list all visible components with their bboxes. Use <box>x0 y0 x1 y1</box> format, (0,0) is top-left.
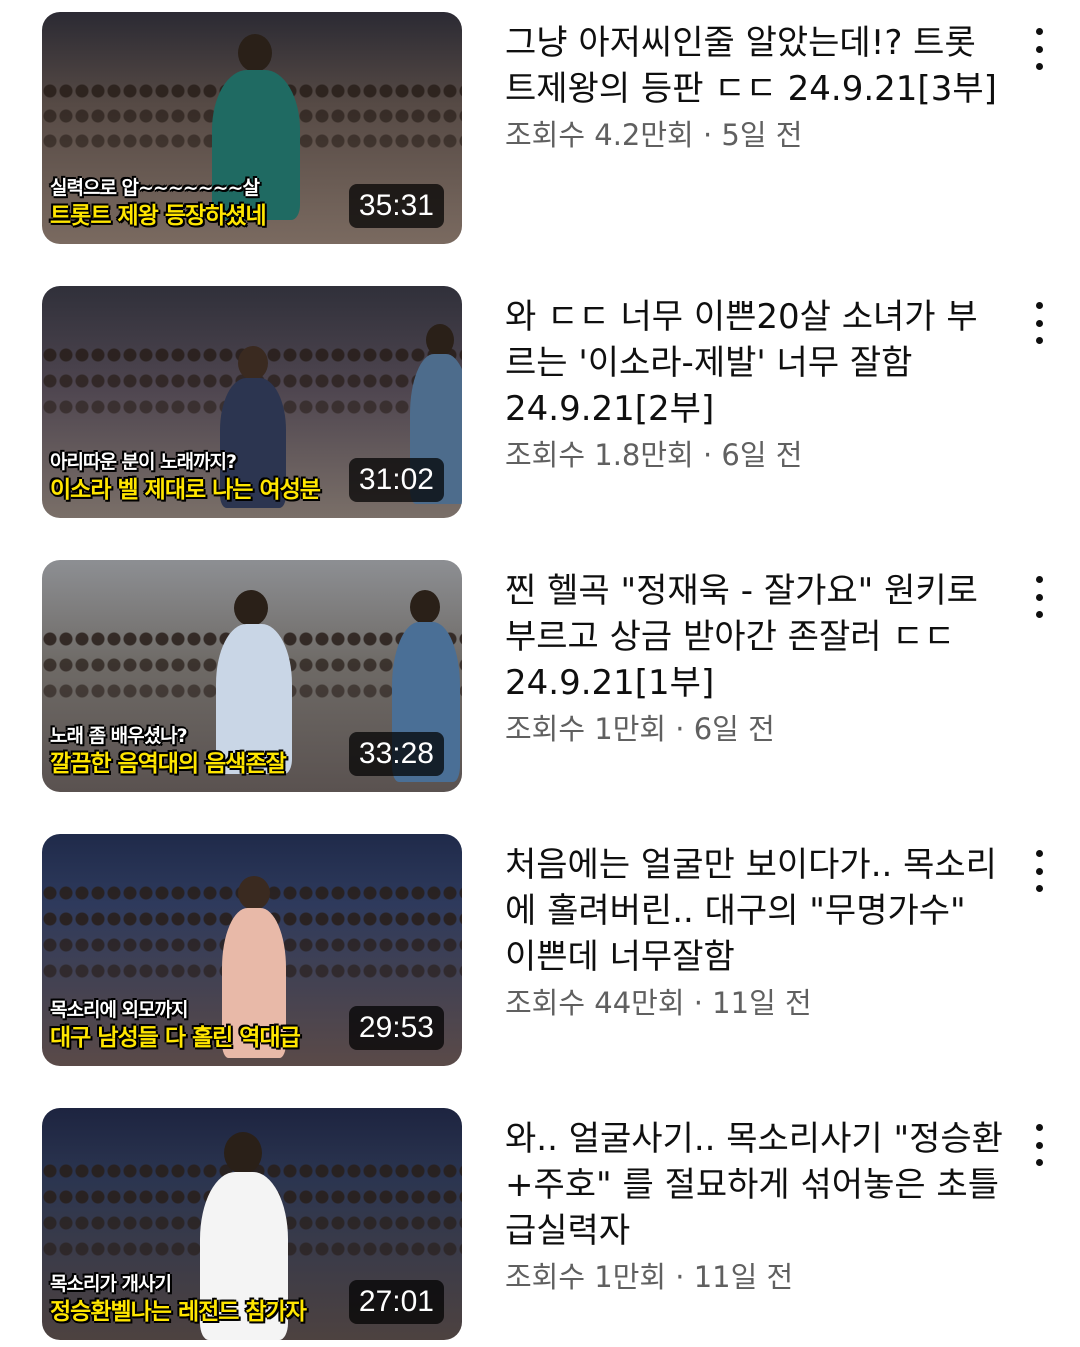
video-title[interactable]: 와.. 얼굴사기.. 목소리사기 "정승환+주호" 를 절묘하게 섞어놓은 초틀… <box>505 1116 1005 1254</box>
thumbnail-host-head <box>426 324 454 356</box>
video-info[interactable]: 그냥 아저씨인줄 알았는데!? 트롯트제왕의 등판 ㄷㄷ 24.9.21[3부]… <box>505 20 1005 154</box>
video-meta: 조회수 1.8만회 · 6일 전 <box>505 438 803 472</box>
video-meta: 조회수 4.2만회 · 5일 전 <box>505 118 803 152</box>
video-duration: 31:02 <box>348 458 444 502</box>
thumbnail-caption-bottom: 깔끔한 음역대의 음색존잘 <box>50 751 287 777</box>
video-info[interactable]: 찐 헬곡 "정재욱 - 잘가요" 원키로 부르고 상금 받아간 존잘러 ㄷㄷ 2… <box>505 568 1005 748</box>
video-title[interactable]: 찐 헬곡 "정재욱 - 잘가요" 원키로 부르고 상금 받아간 존잘러 ㄷㄷ 2… <box>505 568 1005 706</box>
thumbnail-host-head <box>410 590 440 624</box>
video-title[interactable]: 그냥 아저씨인줄 알았는데!? 트롯트제왕의 등판 ㄷㄷ 24.9.21[3부] <box>505 20 1005 112</box>
thumbnail-caption-bottom: 이소라 벨 제대로 나는 여성분 <box>50 477 321 503</box>
video-meta: 조회수 1만회 · 6일 전 <box>505 712 775 746</box>
video-item[interactable]: 목소리에 외모까지 대구 남성들 다 홀린 역대급 29:53 처음에는 얼굴만… <box>0 834 1080 1068</box>
video-thumbnail[interactable]: 노래 좀 배우셨나? 깔끔한 음역대의 음색존잘 33:28 <box>42 560 462 792</box>
video-info[interactable]: 처음에는 얼굴만 보이다가.. 목소리에 홀려버린.. 대구의 "무명가수" 이… <box>505 842 1005 1022</box>
more-options-icon[interactable] <box>1024 24 1054 74</box>
video-thumbnail[interactable]: 목소리에 외모까지 대구 남성들 다 홀린 역대급 29:53 <box>42 834 462 1066</box>
thumbnail-caption-bottom: 대구 남성들 다 홀린 역대급 <box>50 1025 301 1051</box>
thumbnail-singer-head <box>238 346 268 380</box>
video-duration: 33:28 <box>348 732 444 776</box>
video-duration: 29:53 <box>348 1006 444 1050</box>
video-meta: 조회수 44만회 · 11일 전 <box>505 986 812 1020</box>
more-options-icon[interactable] <box>1024 572 1054 622</box>
video-thumbnail[interactable]: 목소리가 개사기 정승환벨나는 레전드 참가자 27:01 <box>42 1108 462 1340</box>
video-thumbnail[interactable]: 실력으로 압~~~~~~~살 트롯트 제왕 등장하셨네 35:31 <box>42 12 462 244</box>
more-options-icon[interactable] <box>1024 298 1054 348</box>
more-options-icon[interactable] <box>1024 846 1054 896</box>
thumbnail-singer-head <box>238 34 272 72</box>
video-info[interactable]: 와 ㄷㄷ 너무 이쁜20살 소녀가 부르는 '이소라-제발' 너무 잘함 24.… <box>505 294 1005 474</box>
thumbnail-caption-bottom: 정승환벨나는 레전드 참가자 <box>50 1299 307 1325</box>
video-item[interactable]: 목소리가 개사기 정승환벨나는 레전드 참가자 27:01 와.. 얼굴사기..… <box>0 1108 1080 1342</box>
video-title[interactable]: 처음에는 얼굴만 보이다가.. 목소리에 홀려버린.. 대구의 "무명가수" 이… <box>505 842 1005 980</box>
video-duration: 27:01 <box>348 1280 444 1324</box>
video-item[interactable]: 실력으로 압~~~~~~~살 트롯트 제왕 등장하셨네 35:31 그냥 아저씨… <box>0 12 1080 246</box>
thumbnail-singer-head <box>234 590 268 626</box>
video-duration: 35:31 <box>348 184 444 228</box>
thumbnail-singer-head <box>224 1132 262 1174</box>
video-item[interactable]: 노래 좀 배우셨나? 깔끔한 음역대의 음색존잘 33:28 찐 헬곡 "정재욱… <box>0 560 1080 794</box>
video-item[interactable]: 아리따운 분이 노래까지? 이소라 벨 제대로 나는 여성분 31:02 와 ㄷ… <box>0 286 1080 520</box>
video-info[interactable]: 와.. 얼굴사기.. 목소리사기 "정승환+주호" 를 절묘하게 섞어놓은 초틀… <box>505 1116 1005 1296</box>
thumbnail-caption-bottom: 트롯트 제왕 등장하셨네 <box>50 203 267 229</box>
video-thumbnail[interactable]: 아리따운 분이 노래까지? 이소라 벨 제대로 나는 여성분 31:02 <box>42 286 462 518</box>
video-title[interactable]: 와 ㄷㄷ 너무 이쁜20살 소녀가 부르는 '이소라-제발' 너무 잘함 24.… <box>505 294 1005 432</box>
more-options-icon[interactable] <box>1024 1120 1054 1170</box>
thumbnail-singer-head <box>238 876 270 910</box>
video-meta: 조회수 1만회 · 11일 전 <box>505 1260 794 1294</box>
